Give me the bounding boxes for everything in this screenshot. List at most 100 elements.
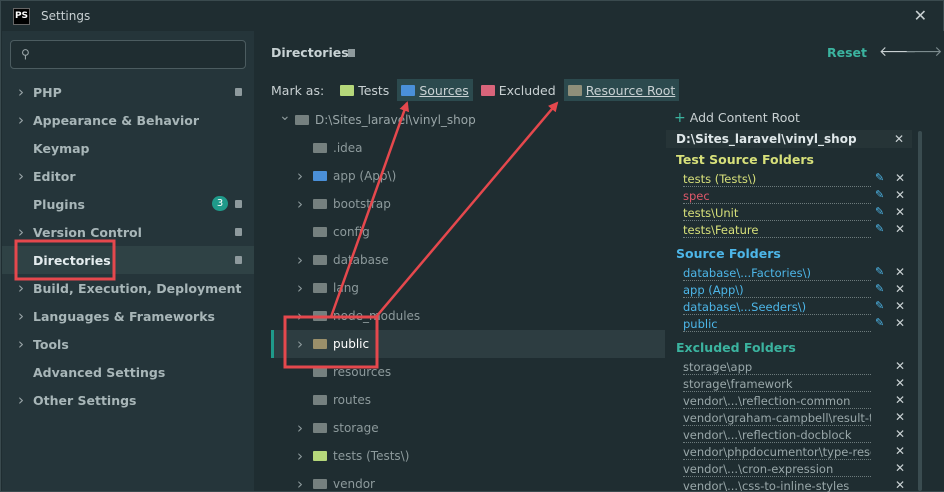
test-source-folder-row: tests (Tests\) ✎ ✕ [683, 171, 916, 189]
tree-row[interactable]: routes [271, 386, 665, 414]
remove-folder-icon[interactable]: ✕ [895, 359, 905, 373]
tree-row[interactable]: › lang [271, 274, 665, 302]
edit-pencil-icon[interactable]: ✎ [875, 282, 884, 295]
tree-row[interactable]: › tests (Tests\) [271, 442, 665, 470]
sidebar-item-php[interactable]: › PHP [2, 78, 254, 106]
search-icon: ⚲ [21, 47, 30, 61]
content-root-path: D:\Sites_laravel\vinyl_shop ✕ [666, 130, 912, 148]
add-content-root-button[interactable]: + Add Content Root [674, 110, 800, 126]
remove-folder-icon[interactable]: ✕ [895, 188, 905, 202]
edit-pencil-icon[interactable]: ✎ [875, 316, 884, 329]
folder-icon [313, 423, 327, 433]
mark-sources-button[interactable]: Sources [397, 79, 473, 101]
chevron-right-icon[interactable]: › [297, 335, 303, 353]
chevron-right-icon[interactable]: › [297, 307, 303, 325]
search-input[interactable]: ⚲ [10, 40, 246, 69]
remove-folder-icon[interactable]: ✕ [895, 478, 905, 492]
source-folder-row: public ✎ ✕ [683, 316, 916, 334]
mark-tests-button[interactable]: Tests [336, 79, 393, 101]
sidebar-item-plugins[interactable]: Plugins 3 [2, 190, 254, 218]
remove-folder-icon[interactable]: ✕ [895, 171, 905, 185]
folder-icon [313, 479, 327, 489]
sidebar-item-label: Languages & Frameworks [33, 308, 215, 324]
sidebar-item-other-settings[interactable]: › Other Settings [2, 386, 254, 414]
folder-icon [313, 227, 327, 237]
chevron-right-icon[interactable]: › [18, 279, 32, 297]
chevron-right-icon[interactable]: › [18, 223, 32, 241]
edit-pencil-icon[interactable]: ✎ [875, 188, 884, 201]
tree-row[interactable]: › bootstrap [271, 190, 665, 218]
chevron-right-icon[interactable]: › [297, 475, 303, 492]
chevron-right-icon[interactable]: › [18, 111, 32, 129]
remove-folder-icon[interactable]: ✕ [895, 444, 905, 458]
reset-button[interactable]: Reset [827, 45, 867, 60]
remove-folder-icon[interactable]: ✕ [895, 393, 905, 407]
tree-item-label: config [333, 225, 370, 239]
page-title: Directories [271, 45, 349, 60]
tree-row[interactable]: › node_modules [271, 302, 665, 330]
sidebar-item-appearance-behavior[interactable]: › Appearance & Behavior [2, 106, 254, 134]
remove-folder-icon[interactable]: ✕ [895, 265, 905, 279]
tree-row[interactable]: › database [271, 246, 665, 274]
mark-excluded-button[interactable]: Excluded [477, 79, 560, 101]
tree-item-label: vendor [333, 477, 375, 491]
remove-folder-icon[interactable]: ✕ [895, 222, 905, 236]
chevron-right-icon[interactable]: › [297, 419, 303, 437]
mark-resource-root-label: Resource Root [585, 82, 676, 98]
plugin-update-count-badge: 3 [212, 196, 228, 211]
tree-row[interactable]: config [271, 218, 665, 246]
edit-pencil-icon[interactable]: ✎ [875, 222, 884, 235]
remove-folder-icon[interactable]: ✕ [895, 299, 905, 313]
remove-folder-icon[interactable]: ✕ [895, 427, 905, 441]
tree-row[interactable]: › storage [271, 414, 665, 442]
edit-pencil-icon[interactable]: ✎ [875, 265, 884, 278]
close-icon[interactable]: ✕ [914, 6, 927, 25]
forward-arrow-icon[interactable]: 🡒 [905, 43, 943, 60]
sidebar-item-version-control[interactable]: › Version Control [2, 218, 254, 246]
sidebar-item-languages-frameworks[interactable]: › Languages & Frameworks [2, 302, 254, 330]
chevron-right-icon[interactable]: › [18, 167, 32, 185]
tree-row[interactable]: › vendor [271, 470, 665, 492]
sidebar-item-tools[interactable]: › Tools [2, 330, 254, 358]
chevron-right-icon[interactable]: › [18, 335, 32, 353]
remove-folder-icon[interactable]: ✕ [895, 376, 905, 390]
chevron-right-icon[interactable]: › [18, 83, 32, 101]
chevron-right-icon[interactable]: › [297, 251, 303, 269]
tree-row[interactable]: .idea [271, 134, 665, 162]
chevron-right-icon[interactable]: › [297, 195, 303, 213]
tree-row[interactable]: ⌄ D:\Sites_laravel\vinyl_shop [271, 106, 665, 134]
right-panel-scrollbar[interactable] [918, 131, 922, 491]
tree-row[interactable]: › public [271, 330, 665, 358]
tree-item-label: bootstrap [333, 197, 391, 211]
sidebar-item-advanced-settings[interactable]: Advanced Settings [2, 358, 254, 386]
remove-folder-icon[interactable]: ✕ [895, 316, 905, 330]
edit-pencil-icon[interactable]: ✎ [875, 171, 884, 184]
remove-folder-icon[interactable]: ✕ [895, 461, 905, 475]
chevron-right-icon[interactable]: › [297, 167, 303, 185]
tree-row[interactable]: resources [271, 358, 665, 386]
tree-item-label: app (App\) [333, 169, 397, 183]
mark-resource-root-button[interactable]: Resource Root [563, 79, 680, 101]
chevron-right-icon[interactable]: › [18, 307, 32, 325]
sidebar-item-build-execution-deployment[interactable]: › Build, Execution, Deployment [2, 274, 254, 302]
tree-row[interactable]: › app (App\) [271, 162, 665, 190]
remove-folder-icon[interactable]: ✕ [895, 410, 905, 424]
tree-item-label: database [333, 253, 389, 267]
sidebar-item-keymap[interactable]: Keymap [2, 134, 254, 162]
folder-icon [313, 283, 327, 293]
mark-as-toolbar: Mark as: Tests Sources Excluded Resource… [271, 79, 683, 101]
chevron-right-icon[interactable]: › [18, 391, 32, 409]
sidebar-item-directories[interactable]: Directories [2, 246, 254, 274]
remove-folder-icon[interactable]: ✕ [895, 282, 905, 296]
project-level-icon [235, 228, 242, 236]
edit-pencil-icon[interactable]: ✎ [875, 299, 884, 312]
remove-content-root-icon[interactable]: ✕ [894, 130, 904, 148]
chevron-right-icon[interactable]: › [297, 447, 303, 465]
chevron-right-icon[interactable]: › [297, 279, 303, 297]
sidebar-item-editor[interactable]: › Editor [2, 162, 254, 190]
source-folder-path: database\...Seeders\) [683, 300, 871, 315]
remove-folder-icon[interactable]: ✕ [895, 205, 905, 219]
directories-panel: Directories Reset 🡐 🡒 Mark as: Tests Sou… [254, 31, 944, 492]
chevron-down-icon[interactable]: ⌄ [279, 108, 291, 124]
edit-pencil-icon[interactable]: ✎ [875, 205, 884, 218]
